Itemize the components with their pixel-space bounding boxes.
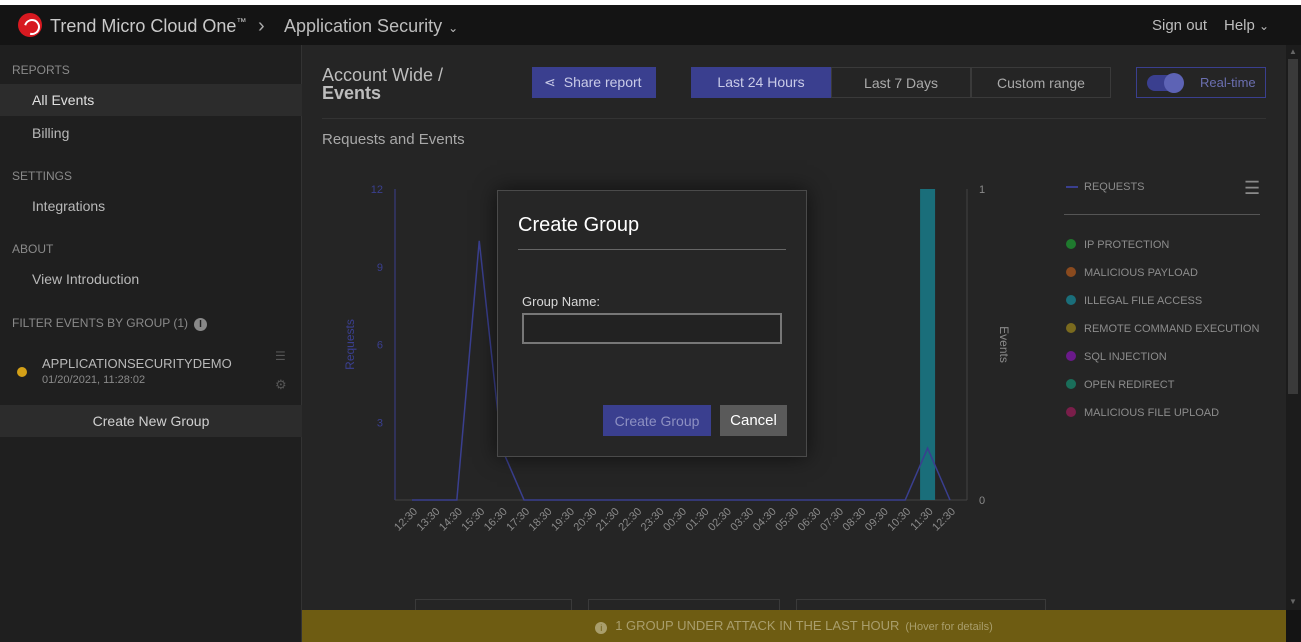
chevron-down-icon: ⌄	[1259, 19, 1270, 33]
chevron-down-icon: ⌄	[448, 21, 459, 35]
dialog-divider	[518, 249, 786, 250]
trend-micro-logo-icon[interactable]	[18, 13, 42, 37]
help-menu[interactable]: Help ⌄	[1224, 17, 1269, 34]
brand-title[interactable]: Trend Micro Cloud One™	[50, 16, 246, 37]
cancel-button[interactable]: Cancel	[720, 405, 787, 436]
create-group-dialog: Create Group Group Name: Create Group Ca…	[497, 190, 807, 457]
create-group-button[interactable]: Create Group	[603, 405, 711, 436]
app-switcher-dropdown[interactable]: Application Security ⌄	[284, 16, 458, 37]
top-bar: Trend Micro Cloud One™ › Application Sec…	[0, 5, 1301, 45]
dialog-title: Create Group	[518, 214, 640, 236]
sign-out-link[interactable]: Sign out	[1152, 17, 1207, 34]
group-name-label: Group Name:	[522, 294, 601, 309]
breadcrumb-separator-icon: ›	[258, 15, 265, 37]
group-name-input[interactable]	[522, 313, 782, 344]
